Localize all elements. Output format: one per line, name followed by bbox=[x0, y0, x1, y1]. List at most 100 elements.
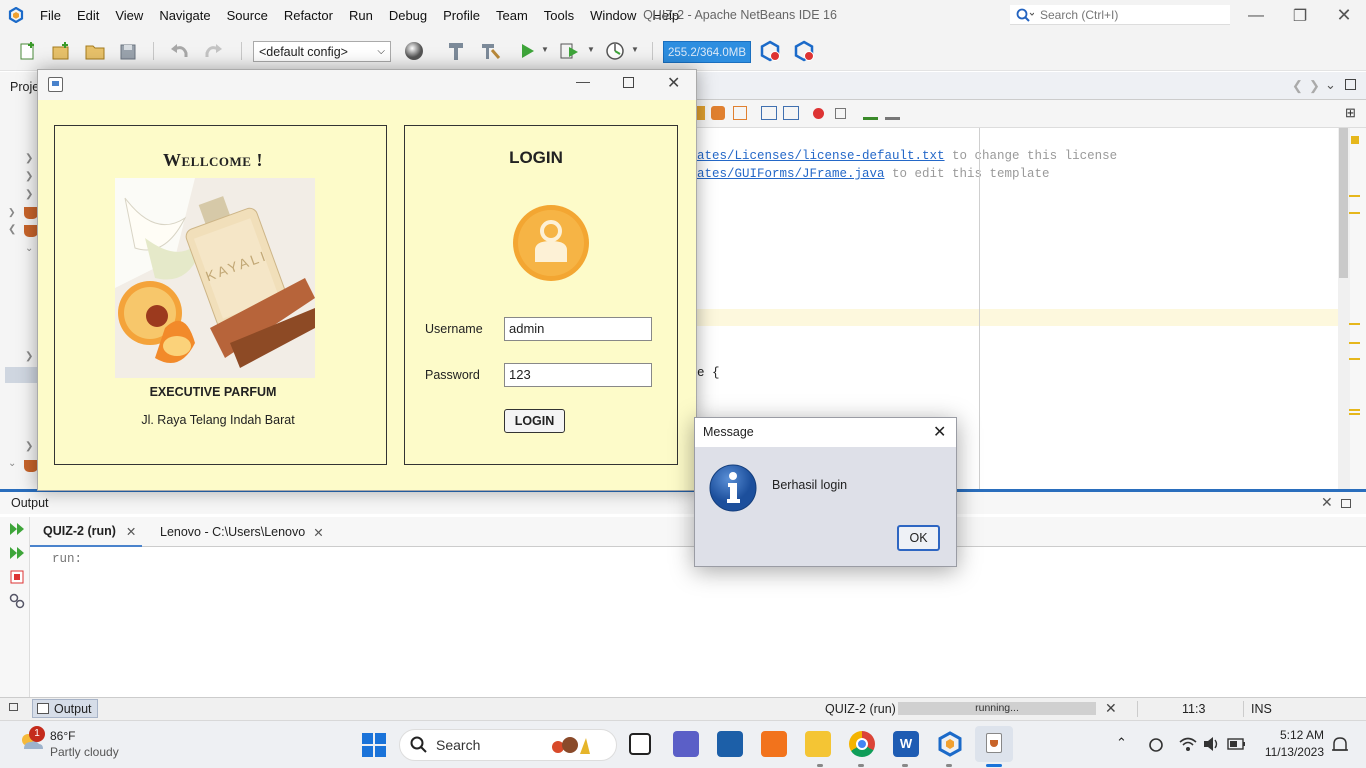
stop-macro-icon[interactable] bbox=[835, 108, 846, 119]
stripe-marker[interactable] bbox=[1349, 409, 1360, 411]
debug-dropdown-icon[interactable]: ▼ bbox=[587, 45, 595, 54]
menu-edit[interactable]: Edit bbox=[69, 8, 107, 23]
battery-icon[interactable] bbox=[1227, 737, 1247, 751]
menu-source[interactable]: Source bbox=[219, 8, 276, 23]
tree-collapse-icon[interactable]: ⌄ bbox=[25, 243, 33, 254]
toggle-bookmark-icon[interactable] bbox=[711, 106, 725, 120]
menu-tools[interactable]: Tools bbox=[536, 8, 582, 23]
chrome-icon[interactable] bbox=[849, 731, 875, 757]
clock-time[interactable]: 5:12 AM bbox=[1262, 728, 1324, 742]
java-app-taskbar-button[interactable] bbox=[975, 726, 1013, 762]
notifications-icon[interactable] bbox=[1330, 736, 1350, 754]
tab-quiz2-run[interactable]: QUIZ-2 (run) ✕ bbox=[30, 517, 142, 547]
build-hammer-icon[interactable] bbox=[444, 40, 468, 62]
stripe-marker[interactable] bbox=[1349, 358, 1360, 360]
login-button[interactable]: LOGIN bbox=[504, 409, 565, 433]
maximize-button[interactable]: ❐ bbox=[1278, 0, 1322, 31]
ok-button[interactable]: OK bbox=[897, 525, 940, 551]
menu-file[interactable]: File bbox=[32, 8, 69, 23]
login-maximize-button[interactable] bbox=[623, 77, 634, 88]
run-project-icon[interactable] bbox=[515, 40, 539, 62]
password-field[interactable]: 123 bbox=[504, 363, 652, 387]
teams-icon[interactable] bbox=[673, 731, 699, 757]
menu-window[interactable]: Window bbox=[582, 8, 644, 23]
redo-icon[interactable] bbox=[201, 40, 225, 62]
rerun-with-params-icon[interactable] bbox=[9, 545, 25, 561]
menu-team[interactable]: Team bbox=[488, 8, 536, 23]
menu-help[interactable]: Help bbox=[644, 8, 687, 23]
scroll-tabs-left-icon[interactable]: ❮ bbox=[1292, 78, 1303, 94]
open-project-icon[interactable] bbox=[83, 40, 107, 62]
tree-expand-icon[interactable]: ❯ bbox=[25, 153, 33, 164]
split-editor-icon[interactable]: ⊞ bbox=[1345, 105, 1356, 121]
windows-start-icon[interactable] bbox=[362, 733, 386, 757]
ide-search-input[interactable]: Search (Ctrl+I) bbox=[1010, 5, 1230, 25]
undo-icon[interactable] bbox=[168, 40, 192, 62]
login-close-button[interactable]: ✕ bbox=[667, 73, 680, 93]
tree-expand-icon[interactable]: ❯ bbox=[8, 207, 16, 218]
tree-selected-row[interactable] bbox=[5, 367, 38, 383]
profile-project-icon[interactable] bbox=[603, 40, 627, 62]
tree-expand-icon[interactable]: ❯ bbox=[25, 189, 33, 200]
close-output-icon[interactable]: ✕ bbox=[1321, 494, 1333, 511]
scroll-tabs-right-icon[interactable]: ❯ bbox=[1309, 78, 1320, 94]
menu-view[interactable]: View bbox=[107, 8, 151, 23]
store-icon[interactable] bbox=[717, 731, 743, 757]
debug-project-icon[interactable] bbox=[558, 40, 582, 62]
tree-expand-icon[interactable]: ❯ bbox=[25, 441, 33, 452]
code-link[interactable]: ates/GUIForms/JFrame.java bbox=[697, 167, 885, 181]
xampp-icon[interactable] bbox=[761, 731, 787, 757]
tree-expand-icon[interactable]: ❯ bbox=[25, 351, 33, 362]
editor-scrollbar[interactable] bbox=[1338, 128, 1350, 490]
stripe-marker[interactable] bbox=[1349, 413, 1360, 415]
new-project-icon[interactable] bbox=[49, 40, 73, 62]
float-output-icon[interactable] bbox=[1341, 499, 1351, 508]
tree-collapse-icon[interactable]: ⌄ bbox=[8, 458, 16, 469]
stripe-marker[interactable] bbox=[1349, 342, 1360, 344]
tray-expand-icon[interactable]: ⌃ bbox=[1116, 735, 1127, 751]
stop-icon[interactable] bbox=[10, 570, 24, 584]
stripe-marker[interactable] bbox=[1349, 212, 1360, 214]
clock-date[interactable]: 11/13/2023 bbox=[1256, 745, 1324, 759]
profile-dropdown-icon[interactable]: ▼ bbox=[631, 45, 639, 54]
clean-build-icon[interactable] bbox=[478, 40, 502, 62]
rerun-icon[interactable] bbox=[9, 521, 25, 537]
network-sync-icon[interactable] bbox=[1146, 736, 1166, 754]
output-console[interactable]: run: bbox=[31, 548, 1363, 695]
memory-indicator[interactable]: 255.2/364.0MB bbox=[663, 41, 751, 63]
gc-icon[interactable] bbox=[758, 40, 782, 62]
find-selection-icon[interactable] bbox=[733, 106, 747, 120]
progress-bar[interactable]: running... bbox=[898, 702, 1096, 715]
tree-expand-icon[interactable]: ❯ bbox=[25, 171, 33, 182]
projects-tab[interactable]: Proje bbox=[10, 80, 39, 94]
minimize-button[interactable]: — bbox=[1234, 0, 1278, 31]
close-tab-icon[interactable]: ✕ bbox=[313, 525, 323, 540]
wifi-icon[interactable] bbox=[1179, 736, 1197, 752]
globe-icon[interactable] bbox=[402, 40, 426, 62]
volume-icon[interactable] bbox=[1202, 736, 1222, 752]
new-file-icon[interactable] bbox=[16, 40, 40, 62]
config-select[interactable]: <default config> ⌵ bbox=[253, 41, 391, 62]
word-icon[interactable]: W bbox=[893, 731, 919, 757]
weather-temp[interactable]: 86°F bbox=[50, 729, 75, 743]
run-dropdown-icon[interactable]: ▼ bbox=[541, 45, 549, 54]
username-field[interactable]: admin bbox=[504, 317, 652, 341]
menu-debug[interactable]: Debug bbox=[381, 8, 435, 23]
weather-desc[interactable]: Partly cloudy bbox=[50, 745, 119, 759]
shift-left-icon[interactable] bbox=[761, 106, 777, 120]
save-all-icon[interactable] bbox=[116, 40, 140, 62]
tab-lenovo[interactable]: Lenovo - C:\Users\Lenovo ✕ bbox=[160, 517, 324, 547]
netbeans-taskbar-icon[interactable] bbox=[937, 731, 963, 757]
code-link[interactable]: ates/Licenses/license-default.txt bbox=[697, 149, 945, 163]
profiler-snapshot-icon[interactable] bbox=[792, 40, 816, 62]
bookmark-icon[interactable] bbox=[697, 106, 705, 120]
maximize-editor-icon[interactable] bbox=[1345, 79, 1356, 90]
output-minimized-tab[interactable]: Output bbox=[32, 699, 98, 718]
menu-refactor[interactable]: Refactor bbox=[276, 8, 341, 23]
task-view-icon[interactable] bbox=[629, 733, 651, 755]
show-opened-docs-icon[interactable]: ⌄ bbox=[1325, 77, 1336, 93]
warning-marker[interactable] bbox=[1351, 136, 1359, 144]
menu-run[interactable]: Run bbox=[341, 8, 381, 23]
close-button[interactable]: ✕ bbox=[1322, 0, 1366, 31]
restore-window-icon[interactable] bbox=[9, 703, 18, 711]
